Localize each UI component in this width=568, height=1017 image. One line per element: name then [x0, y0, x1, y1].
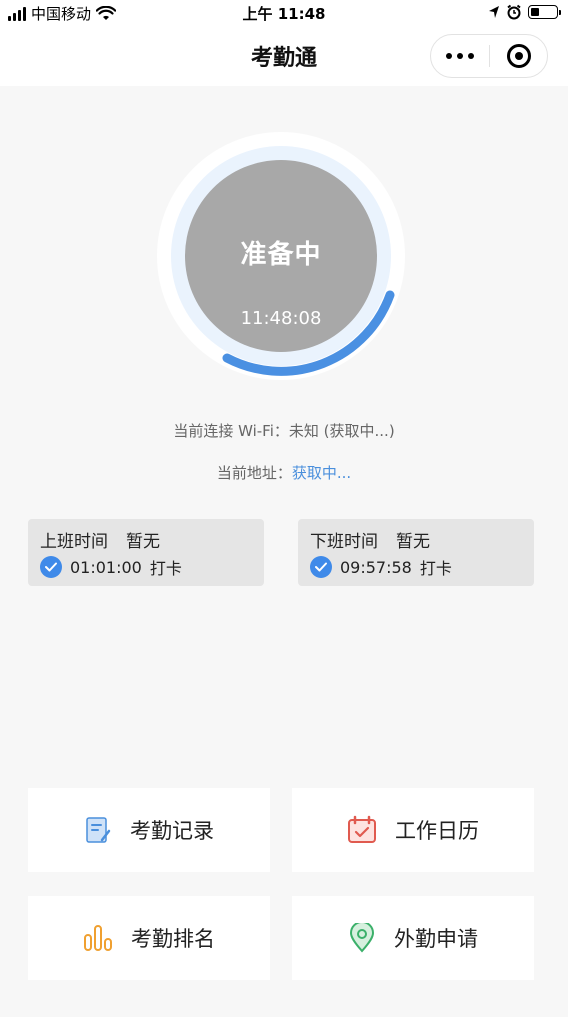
- field-work-request-button[interactable]: 外勤申请: [292, 896, 534, 980]
- clock-in-action: 打卡: [149, 559, 182, 578]
- address-label: 当前地址：: [216, 464, 292, 482]
- wifi-info: 当前连接 Wi-Fi：未知 (获取中...): [0, 420, 568, 441]
- work-calendar-label: 工作日历: [395, 819, 479, 843]
- status-right: [488, 4, 561, 20]
- clock-out-row: 09:57:58 打卡: [310, 555, 452, 579]
- status-bar: 中国移动 上午 11:48: [0, 0, 568, 26]
- clock-out-time: 09:57:58: [340, 557, 412, 577]
- attendance-ranking-label: 考勤排名: [131, 927, 215, 951]
- address-info: 当前地址：获取中...: [0, 462, 568, 483]
- field-work-request-label: 外勤申请: [394, 927, 478, 951]
- clock-out-value: 暂无: [396, 532, 430, 552]
- battery-icon: [528, 5, 561, 19]
- check-circle-icon: [40, 556, 62, 578]
- clock-in-card: 上班时间 暂无 01:01:00 打卡: [28, 519, 264, 586]
- clock-time: 11:48:08: [240, 308, 322, 329]
- check-in-button[interactable]: 准备中 11:48:08: [185, 160, 377, 352]
- alarm-icon: [507, 4, 521, 20]
- more-icon[interactable]: [431, 53, 489, 59]
- location-icon: [349, 923, 375, 953]
- mini-program-capsule: [430, 34, 548, 78]
- attendance-ranking-button[interactable]: 考勤排名: [28, 896, 270, 980]
- wifi-label: 当前连接 Wi-Fi：: [173, 422, 289, 440]
- clock-in-time: 01:01:00: [70, 557, 142, 577]
- clock-in-title: 上班时间: [40, 532, 108, 552]
- clock-in-row: 01:01:00 打卡: [40, 555, 182, 579]
- close-button[interactable]: [490, 44, 547, 68]
- attendance-records-label: 考勤记录: [130, 819, 214, 843]
- work-calendar-button[interactable]: 工作日历: [292, 788, 534, 872]
- card-title: 上班时间 暂无: [40, 527, 160, 552]
- address-value[interactable]: 获取中...: [292, 464, 351, 482]
- check-in-clock[interactable]: 准备中 11:48:08: [155, 130, 407, 382]
- record-icon: [86, 817, 111, 843]
- attendance-records-button[interactable]: 考勤记录: [28, 788, 270, 872]
- status-time: 上午 11:48: [242, 5, 326, 23]
- clock-out-card: 下班时间 暂无 09:57:58 打卡: [298, 519, 534, 586]
- card-title: 下班时间 暂无: [310, 527, 430, 552]
- clock-out-action: 打卡: [419, 559, 452, 578]
- clock-out-title: 下班时间: [310, 532, 378, 552]
- clock-status: 准备中: [240, 240, 322, 270]
- wifi-value: 未知 (获取中...): [288, 422, 395, 440]
- nav-bar: 考勤通: [0, 26, 568, 86]
- check-circle-icon: [310, 556, 332, 578]
- ranking-icon: [84, 925, 112, 951]
- clock-in-value: 暂无: [126, 532, 160, 552]
- location-arrow-icon: [489, 6, 499, 18]
- target-icon: [506, 44, 531, 68]
- calendar-icon: [348, 815, 376, 843]
